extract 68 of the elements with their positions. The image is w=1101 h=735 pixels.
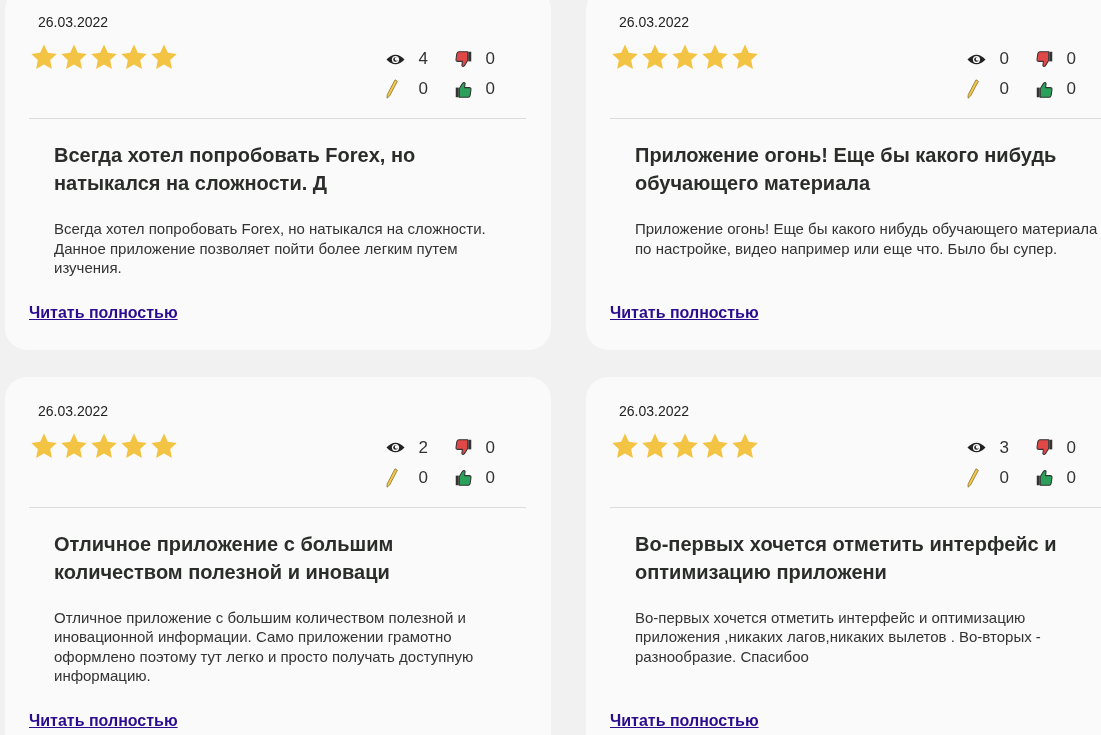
review-date: 26.03.2022 [619, 401, 690, 421]
pencil-icon [385, 467, 398, 488]
review-date: 26.03.2022 [38, 401, 109, 421]
star-icon [31, 44, 57, 70]
star-icon [31, 432, 57, 459]
star-icon [702, 44, 728, 70]
eye-icon [966, 52, 986, 66]
star-icon [732, 44, 758, 70]
dislikes-count: 0 [484, 49, 495, 69]
star-icon [121, 44, 147, 70]
star-icon [642, 44, 668, 70]
likes-count: 0 [484, 467, 495, 488]
read-more-link[interactable]: Читать полностью [29, 302, 178, 323]
review-date: 26.03.2022 [38, 13, 109, 32]
dislikes-count: 0 [1065, 437, 1076, 458]
thumbs-up-icon [454, 469, 472, 486]
read-more-link[interactable]: Читать полностью [610, 710, 759, 731]
comments-count: 0 [417, 467, 428, 488]
thumbs-down-icon [454, 50, 472, 68]
review-date: 26.03.2022 [619, 13, 690, 32]
thumbs-up-icon [1035, 80, 1053, 98]
star-icon [672, 44, 698, 70]
dislikes-count: 0 [1065, 49, 1076, 69]
likes-count: 0 [484, 79, 495, 99]
views-count: 0 [998, 49, 1009, 69]
likes-count: 0 [1065, 467, 1076, 488]
eye-icon [385, 441, 405, 454]
review-title: Приложение огонь! Еще бы какого нибудь обучающего материала [635, 143, 1058, 196]
thumbs-down-icon [454, 439, 472, 456]
pencil-icon [385, 79, 398, 99]
star-icon [121, 432, 147, 459]
pencil-icon [966, 79, 979, 99]
review-title: Всегда хотел попробовать Forex, но натыкался на сложности. Д [54, 143, 417, 196]
eye-icon [385, 52, 405, 66]
star-icon [612, 44, 638, 70]
comments-count: 0 [998, 467, 1009, 488]
review-text: Приложение огонь! Еще бы какого нибудь обучающего материала по настройке, видео например или еще что. Было бы супер. [635, 219, 1099, 258]
review-text: Всегда хотел попробовать Forex, но натыкался на сложности. Данное приложение позволяет пойти более легким путем изучения. [54, 219, 487, 278]
star-icon [151, 432, 177, 459]
read-more-link[interactable]: Читать полностью [610, 302, 759, 323]
thumbs-up-icon [454, 80, 472, 98]
review-title: Отличное приложение с большим количеством полезной и иноваци [54, 531, 395, 585]
star-icon [91, 44, 117, 70]
star-icon [702, 432, 728, 459]
comments-count: 0 [417, 79, 428, 99]
star-icon [672, 432, 698, 459]
likes-count: 0 [1065, 79, 1076, 99]
pencil-icon [966, 467, 979, 488]
views-count: 3 [998, 437, 1009, 458]
thumbs-up-icon [1035, 469, 1053, 486]
thumbs-down-icon [1035, 439, 1053, 456]
star-icon [61, 432, 87, 459]
star-icon [642, 432, 668, 459]
comments-count: 0 [998, 79, 1009, 99]
thumbs-down-icon [1035, 50, 1053, 68]
dislikes-count: 0 [484, 437, 495, 458]
eye-icon [966, 441, 986, 454]
views-count: 2 [417, 437, 428, 458]
star-icon [91, 432, 117, 459]
star-icon [61, 44, 87, 70]
star-icon [732, 432, 758, 459]
review-text: Во-первых хочется отметить интерфейс и оптимизацию приложения ,никаких лагов,никаких вылетов . Во-вторых - разнообразие. Спасибоо [635, 607, 1042, 666]
star-icon [151, 44, 177, 70]
review-title: Во-первых хочется отметить интерфейс и оптимизацию приложени [635, 531, 1058, 585]
views-count: 4 [417, 49, 428, 69]
star-icon [612, 432, 638, 459]
review-text: Отличное приложение с большим количеством полезной и иновационной информации. Само приложении грамотно оформлено поэтому тут легко и просто получать доступную информацию. [54, 607, 475, 686]
read-more-link[interactable]: Читать полностью [29, 710, 178, 731]
